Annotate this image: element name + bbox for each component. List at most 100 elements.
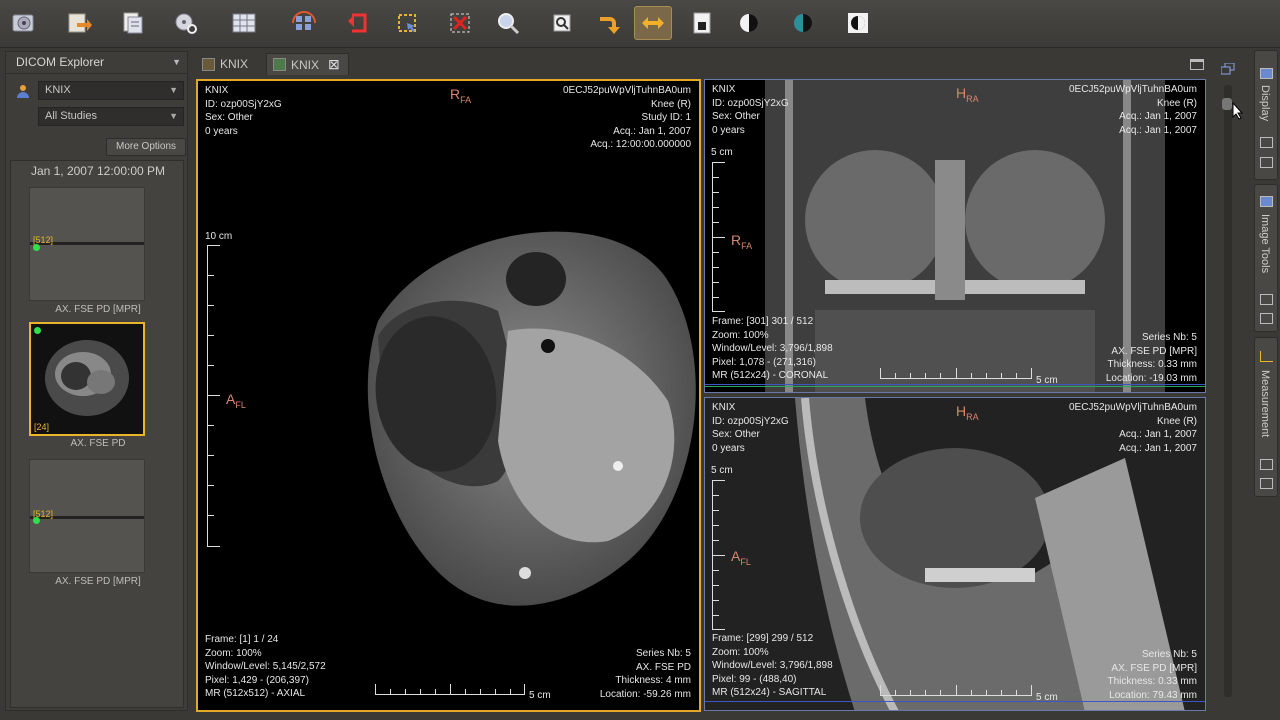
study-info-overlay: 0ECJ52puWpVljTuhnBA0um Knee (R) Study ID… (563, 84, 691, 152)
overlay-line: Pixel: 99 - (488,40) (712, 673, 797, 685)
viewport-axial[interactable]: KNIX ID: ozp00SjY2xG Sex: Other 0 years … (196, 79, 701, 712)
studies-select[interactable]: All Studies ▼ (38, 107, 184, 126)
viewport-sagittal[interactable]: KNIX ID: ozp00SjY2xG Sex: Other 0 years … (704, 397, 1206, 711)
tab-label: KNIX (220, 57, 249, 71)
app-window: DICOM Explorer ▼ KNIX ▼ All Studies ▼ Mo… (0, 0, 1280, 720)
overlay-line: Zoom: 100% (712, 646, 769, 658)
folder-arrow-icon[interactable] (63, 6, 95, 40)
overlay-line: Acq.: Jan 1, 2007 (613, 125, 691, 137)
overlay-line: 0 years (712, 124, 745, 136)
series-thumbnail[interactable]: [512] (29, 459, 145, 573)
main-toolbar (0, 0, 1280, 48)
minimize-icon[interactable] (1260, 459, 1273, 470)
viewport-coronal[interactable]: KNIX ID: ozp00SjY2xG Sex: Other 0 years … (704, 79, 1206, 393)
invert-icon[interactable] (733, 6, 765, 40)
orientation-letter: A (731, 548, 741, 564)
orientation-left: AFL (731, 548, 751, 567)
flip-icon[interactable] (634, 6, 672, 40)
ruler-horizontal-label: 5 cm (529, 690, 551, 701)
overlay-line: Zoom: 100% (712, 329, 769, 341)
minimize-icon[interactable] (1260, 294, 1273, 305)
overlay-line: 0ECJ52puWpVljTuhnBA0um (1068, 402, 1197, 413)
study-info-overlay: 0ECJ52puWpVljTuhnBA0um Knee (R) Acq.: Ja… (1069, 83, 1197, 137)
overlay-line: Sex: Other (712, 429, 760, 441)
overlay-line: AX. FSE PD (635, 661, 691, 673)
zoom-icon[interactable] (492, 6, 524, 40)
axial-image (367, 231, 696, 606)
overlay-line: ID: ozp00SjY2xG (205, 98, 282, 110)
overlay-line: MR (512x512) - AXIAL (205, 688, 306, 700)
orientation-top: RFA (450, 86, 471, 105)
overlay-line: Zoom: 100% (205, 647, 262, 659)
scroll-track[interactable] (1224, 85, 1232, 697)
orientation-letter: H (956, 85, 967, 101)
restore-icon[interactable] (1220, 62, 1235, 75)
overlay-line: Series Nb: 5 (1141, 649, 1197, 660)
rotate-icon[interactable] (593, 6, 625, 40)
overlay-line: 0 years (205, 125, 238, 137)
overlay-line: Window/Level: 3,796/1,898 (712, 343, 833, 355)
side-tab-display[interactable]: Display (1254, 50, 1278, 180)
study-panel: Jan 1, 2007 12:00:00 PM [512] AX. FSE PD… (10, 160, 184, 708)
pan-icon[interactable] (546, 6, 578, 40)
reference-line[interactable] (705, 386, 1205, 387)
series-thumbnail-selected[interactable]: [24] (29, 322, 145, 436)
overlay-line: Thickness: 0.33 mm (1107, 676, 1197, 688)
filter-icon[interactable] (842, 6, 874, 40)
maximize-icon[interactable] (1190, 59, 1204, 70)
side-tab-label: Measurement (1259, 370, 1271, 438)
ruler-vertical-label: 10 cm (205, 231, 233, 242)
series-info-overlay: Series Nb: 5 AX. FSE PD Thickness: 4 mm … (600, 647, 691, 701)
delete-icon[interactable] (444, 6, 476, 40)
overlay-line: Sex: Other (712, 111, 760, 123)
studies-select-value: All Studies (45, 110, 97, 122)
side-tab-measurement[interactable]: Measurement (1254, 337, 1278, 497)
tab-knix-1[interactable]: KNIX (196, 53, 256, 75)
overlay-line: Location: -59.26 mm (599, 688, 691, 700)
disk-search-icon[interactable] (170, 6, 202, 40)
patient-info-overlay: KNIX ID: ozp00SjY2xG Sex: Other 0 years (712, 83, 789, 137)
loaded-indicator (33, 244, 40, 251)
reset-icon[interactable] (342, 6, 374, 40)
orientation-sub: FA (741, 240, 753, 251)
frame-info-overlay: Frame: [1] 1 / 24 Zoom: 100% Window/Leve… (205, 633, 326, 701)
sync-icon[interactable] (288, 6, 320, 40)
minimize-icon[interactable] (1260, 137, 1273, 148)
folder-cd-icon[interactable] (8, 6, 40, 40)
tab-knix-2[interactable]: KNIX ⊠ (266, 53, 349, 75)
ruler-vertical (712, 480, 725, 630)
overlay-line: Location: 79.43 mm (1109, 689, 1197, 701)
select-icon[interactable] (391, 6, 423, 40)
series-thumbnail[interactable]: [512] (29, 187, 145, 301)
color-lut-icon[interactable] (787, 6, 819, 40)
file-icon[interactable] (117, 6, 149, 40)
patient-select[interactable]: KNIX ▼ (38, 81, 184, 100)
chevron-down-icon[interactable]: ▼ (172, 57, 181, 67)
grid-icon[interactable] (228, 6, 260, 40)
ruler-vertical-label: 5 cm (711, 465, 733, 476)
restore-icon[interactable] (1260, 157, 1273, 168)
series-label: AX. FSE PD [MPR] (55, 304, 141, 315)
dicom-explorer-panel: DICOM Explorer ▼ KNIX ▼ All Studies ▼ Mo… (5, 51, 188, 711)
orientation-top: HRA (956, 85, 979, 104)
overlay-line: AX. FSE PD [MPR] (1111, 662, 1197, 674)
study-info-overlay: 0ECJ52puWpVljTuhnBA0um Knee (R) Acq.: Ja… (1069, 401, 1197, 455)
thumbnail-image (45, 340, 129, 416)
orientation-sub: FL (235, 399, 246, 410)
ruler-vertical-label: 5 cm (711, 147, 733, 158)
close-icon[interactable]: ⊠ (328, 56, 340, 73)
study-date: Jan 1, 2007 12:00:00 PM (30, 164, 166, 178)
more-options-button[interactable]: More Options (106, 138, 186, 156)
scroll-thumb[interactable] (1222, 98, 1232, 110)
restore-icon[interactable] (1260, 313, 1273, 324)
orientation-letter: R (731, 232, 742, 248)
series-label: AX. FSE PD (70, 438, 126, 449)
overlay-line: Thickness: 0.33 mm (1107, 359, 1197, 371)
patient-select-value: KNIX (45, 84, 71, 96)
side-tab-image-tools[interactable]: Image Tools (1254, 184, 1278, 332)
overlay-line: 0ECJ52puWpVljTuhnBA0um (562, 85, 691, 96)
side-tab-label: Display (1259, 85, 1271, 122)
explorer-title: DICOM Explorer (16, 55, 105, 69)
window-level-icon[interactable] (686, 6, 718, 40)
restore-icon[interactable] (1260, 478, 1273, 489)
